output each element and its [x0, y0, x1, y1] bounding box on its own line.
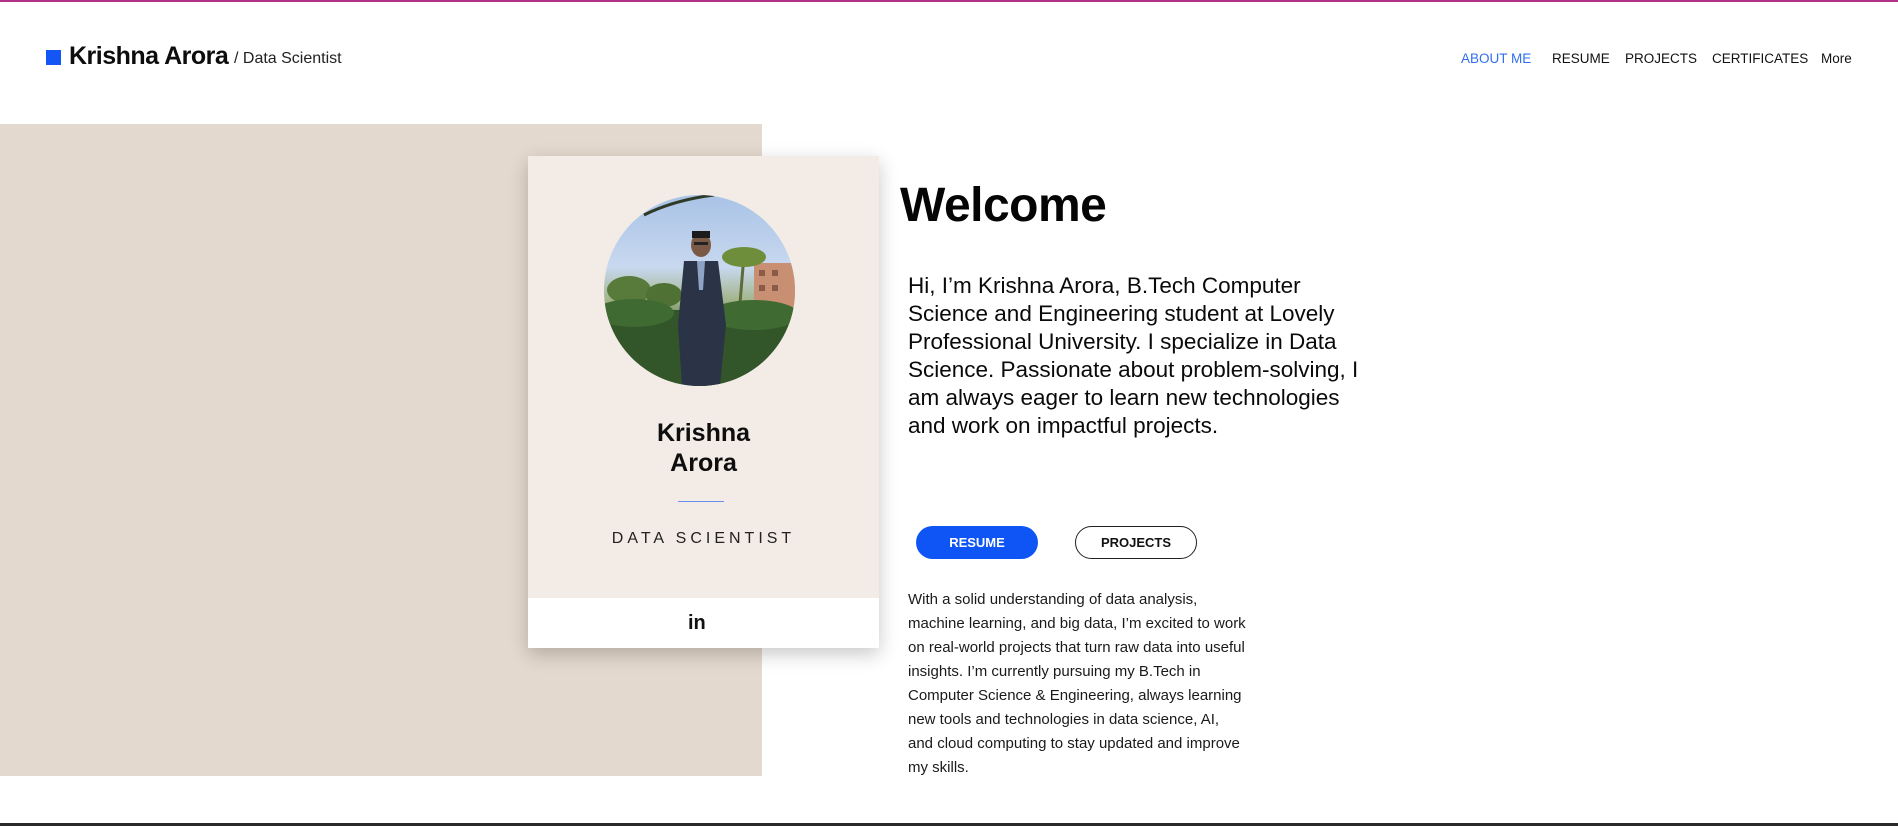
profile-name: Krishna Arora — [528, 418, 879, 478]
profile-card: Krishna Arora DATA SCIENTIST in — [528, 156, 879, 648]
avatar — [604, 195, 795, 386]
nav-item-about-me[interactable]: ABOUT ME — [1461, 51, 1531, 66]
linkedin-icon[interactable]: in — [688, 612, 706, 635]
projects-button[interactable]: PROJECTS — [1075, 526, 1197, 559]
intro-paragraph: Hi, I’m Krishna Arora, B.Tech Computer S… — [908, 273, 1359, 438]
nav-item-more[interactable]: More — [1821, 51, 1852, 66]
card-social-bar: in — [528, 598, 879, 648]
card-divider — [678, 501, 724, 502]
profile-title: DATA SCIENTIST — [611, 530, 796, 547]
profile-last-name: Arora — [670, 449, 737, 477]
details-paragraph: With a solid understanding of data analy… — [908, 591, 1246, 776]
main-nav: ABOUT ME RESUME PROJECTS CERTIFICATES Mo… — [0, 51, 1898, 71]
profile-photo-image — [604, 195, 795, 386]
page-title: Welcome — [900, 179, 1107, 232]
profile-first-name: Krishna — [656, 419, 751, 447]
resume-button[interactable]: RESUME — [916, 526, 1038, 559]
nav-item-resume[interactable]: RESUME — [1552, 51, 1610, 66]
top-accent-line — [0, 0, 1898, 2]
nav-item-projects[interactable]: PROJECTS — [1625, 51, 1697, 66]
nav-item-certificates[interactable]: CERTIFICATES — [1712, 51, 1808, 66]
